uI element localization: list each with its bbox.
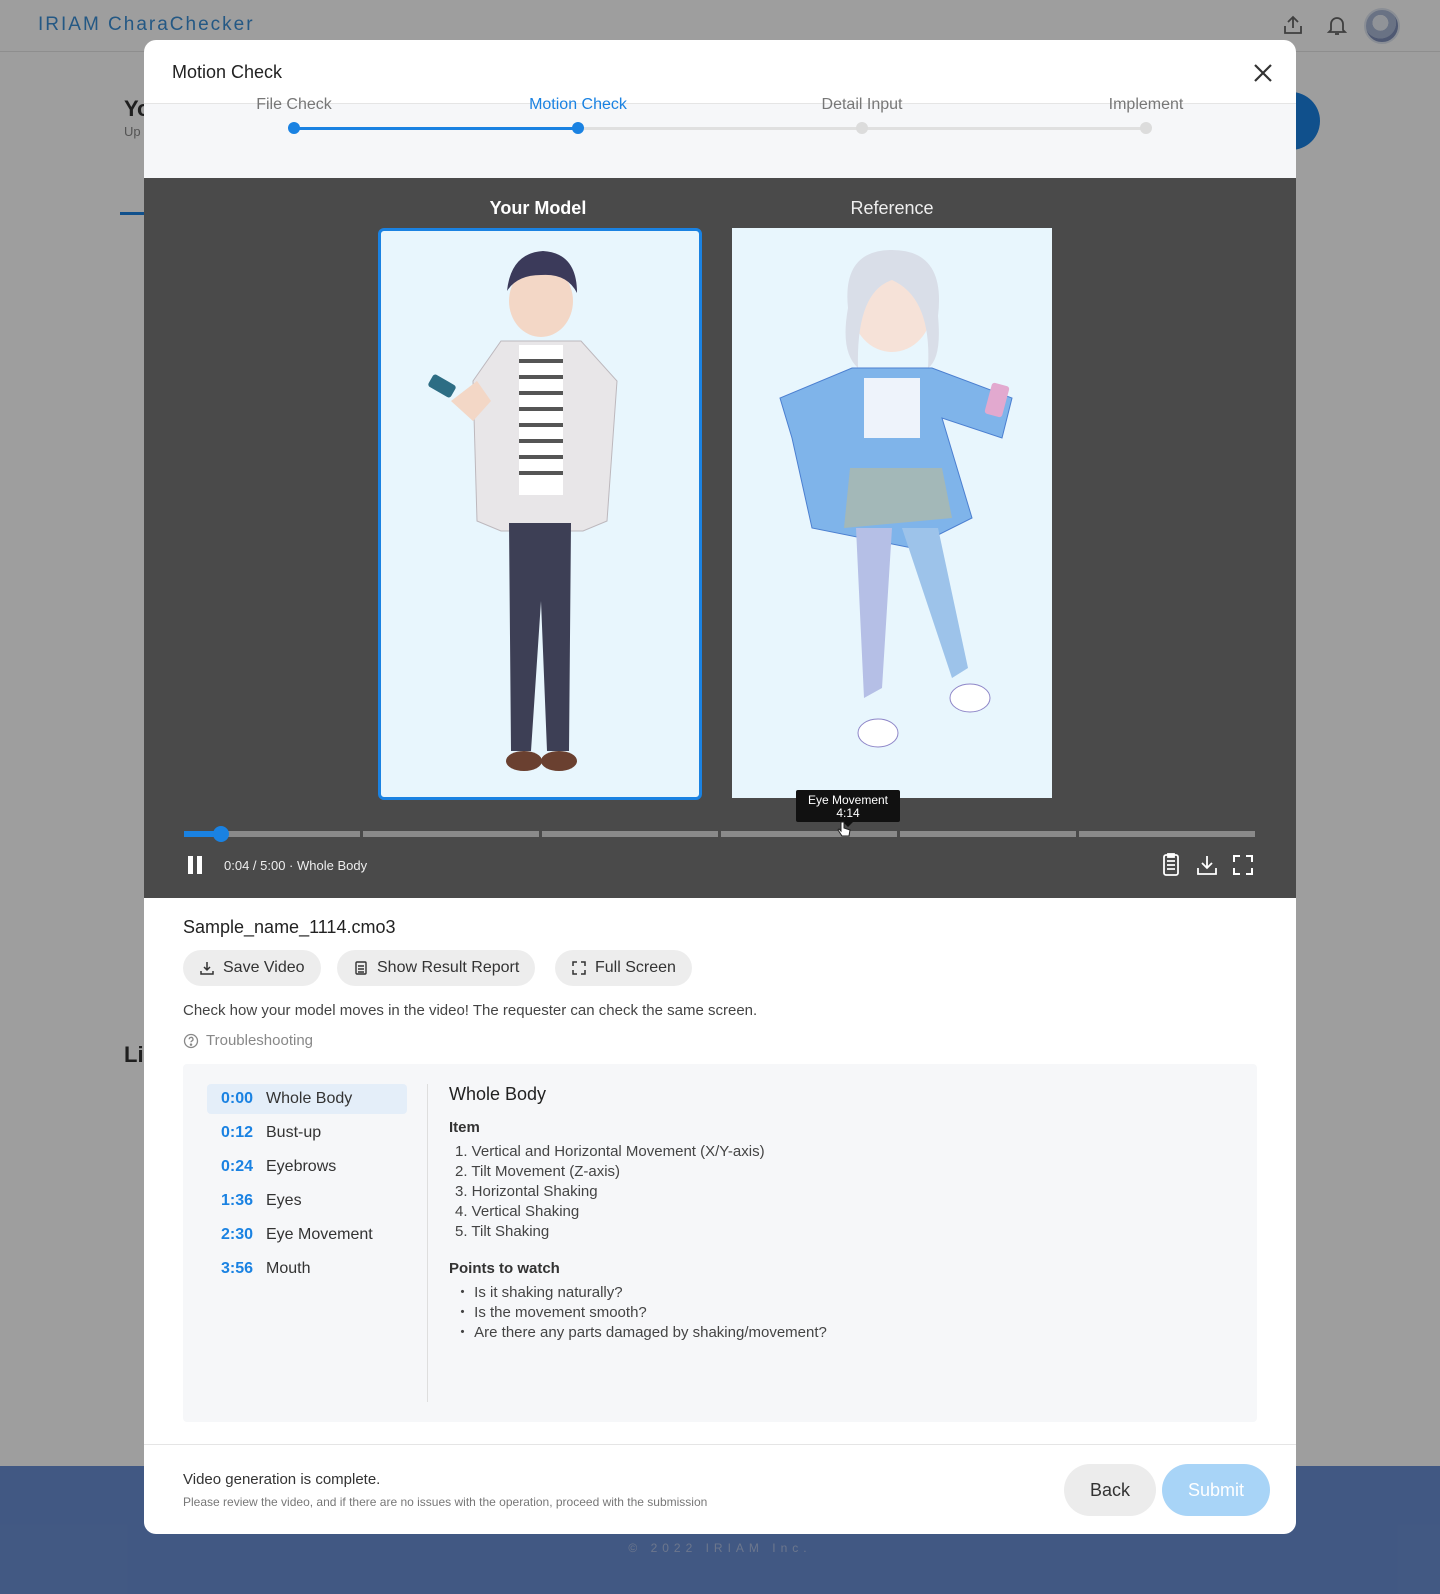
close-icon[interactable] — [1248, 58, 1278, 88]
list-item: 5. Tilt Shaking — [455, 1223, 550, 1240]
step-label-detail-input: Detail Input — [821, 96, 903, 113]
troubleshooting-link[interactable]: Troubleshooting — [183, 1032, 313, 1049]
points-heading: Points to watch — [449, 1260, 560, 1277]
chapter-item-mouth[interactable]: 3:56 Mouth — [207, 1254, 407, 1284]
chapter-item-eyes[interactable]: 1:36 Eyes — [207, 1186, 407, 1216]
show-result-report-label: Show Result Report — [377, 959, 520, 976]
fullscreen-icon — [572, 961, 586, 975]
list-item: ・ Are there any parts damaged by shaking… — [455, 1324, 827, 1341]
chapter-name: Whole Body — [266, 1090, 353, 1107]
submit-button[interactable]: Submit — [1162, 1464, 1270, 1516]
chapter-list: 0:00 Whole Body 0:12 Bust-up 0:24 Eyebro… — [207, 1084, 407, 1288]
check-description: Check how your model moves in the video!… — [183, 1002, 758, 1019]
save-video-button[interactable]: Save Video — [183, 950, 321, 986]
report-icon[interactable] — [1158, 852, 1184, 878]
download-icon — [200, 962, 214, 975]
timeline-segment[interactable] — [721, 831, 897, 837]
report-icon — [355, 961, 367, 975]
motion-check-modal: Motion Check File Check Motion Check Det… — [144, 40, 1296, 1534]
step-dot-file-check — [288, 122, 300, 134]
chapter-detail: Whole Body Item 1. Vertical and Horizont… — [449, 1084, 1229, 1361]
list-item: 3. Horizontal Shaking — [455, 1183, 598, 1200]
modal-footer: Video generation is complete. Please rev… — [144, 1444, 1296, 1534]
list-item: 2. Tilt Movement (Z-axis) — [455, 1163, 621, 1180]
pointer-hand-icon — [837, 821, 851, 837]
chapter-item-bust-up[interactable]: 0:12 Bust-up — [207, 1118, 407, 1148]
chapter-name: Bust-up — [266, 1124, 322, 1141]
chapter-time: 0:24 — [221, 1158, 254, 1175]
list-item: ・ Is it shaking naturally? — [455, 1284, 623, 1301]
chapter-guide: 0:00 Whole Body 0:12 Bust-up 0:24 Eyebro… — [183, 1064, 1257, 1422]
timeline-tooltip: Eye Movement 4:14 — [796, 790, 900, 822]
timeline-segment[interactable] — [542, 831, 718, 837]
chapter-time: 0:12 — [221, 1124, 254, 1141]
step-dot-motion-check — [572, 122, 584, 134]
modal-header: Motion Check — [144, 40, 1296, 104]
your-model-label: Your Model — [489, 198, 587, 218]
chapter-name: Mouth — [266, 1260, 311, 1277]
tooltip-time: 4:14 — [836, 806, 860, 820]
timeline-segment[interactable] — [900, 831, 1076, 837]
chapter-name: Eyes — [266, 1192, 302, 1209]
chapter-name: Eye Movement — [266, 1226, 373, 1243]
modal-title: Motion Check — [172, 62, 283, 82]
reference-label: Reference — [850, 198, 934, 218]
full-screen-label: Full Screen — [595, 959, 676, 976]
male-character-illustration — [428, 251, 618, 771]
back-button[interactable]: Back — [1064, 1464, 1156, 1516]
points-list: ・ Is it shaking naturally? ・ Is the move… — [449, 1283, 1229, 1343]
show-result-report-button[interactable]: Show Result Report — [337, 950, 536, 986]
help-icon — [183, 1033, 199, 1048]
download-icon[interactable] — [1194, 852, 1220, 878]
stepper-progress — [294, 127, 578, 130]
step-dot-detail-input — [856, 122, 868, 134]
list-item: 1. Vertical and Horizontal Movement (X/Y… — [455, 1143, 765, 1160]
detail-title: Whole Body — [449, 1084, 547, 1104]
pause-icon[interactable] — [186, 854, 206, 876]
time-readout: 0:04 / 5:00 · Whole Body — [224, 858, 368, 873]
chapter-time: 0:00 — [221, 1090, 254, 1107]
items-list: 1. Vertical and Horizontal Movement (X/Y… — [449, 1142, 1229, 1242]
troubleshooting-label: Troubleshooting — [206, 1032, 314, 1049]
timeline-scrubber[interactable] — [213, 826, 229, 842]
list-item: 4. Vertical Shaking — [455, 1203, 580, 1220]
step-label-motion-check: Motion Check — [529, 96, 627, 113]
save-video-label: Save Video — [223, 959, 305, 976]
your-model-panel[interactable] — [378, 228, 702, 800]
file-name: Sample_name_1114.cmo3 — [183, 917, 396, 937]
timeline-segment[interactable] — [1079, 831, 1255, 837]
full-screen-button[interactable]: Full Screen — [555, 950, 692, 986]
step-dot-implement — [1140, 122, 1152, 134]
chapter-time: 1:36 — [221, 1192, 254, 1209]
video-player[interactable]: Your Model Reference Eye Movement 4:14 0… — [144, 178, 1296, 898]
step-label-file-check: File Check — [256, 96, 332, 113]
chapter-item-whole-body[interactable]: 0:00 Whole Body — [207, 1084, 407, 1114]
chapter-item-eye-movement[interactable]: 2:30 Eye Movement — [207, 1220, 407, 1250]
guide-divider — [427, 1084, 428, 1402]
step-label-implement: Implement — [1108, 96, 1184, 113]
fullscreen-icon[interactable] — [1230, 852, 1256, 878]
chapter-name: Eyebrows — [266, 1158, 337, 1175]
list-item: ・ Is the movement smooth? — [455, 1304, 647, 1321]
status-hint: Please review the video, and if there ar… — [183, 1495, 708, 1509]
items-heading: Item — [449, 1119, 480, 1136]
status-text: Video generation is complete. — [183, 1471, 381, 1488]
reference-panel[interactable] — [732, 228, 1052, 798]
female-character-illustration — [779, 250, 1013, 748]
chapter-time: 2:30 — [221, 1226, 254, 1243]
chapter-time: 3:56 — [221, 1260, 254, 1277]
timeline-segment[interactable] — [363, 831, 539, 837]
chapter-item-eyebrows[interactable]: 0:24 Eyebrows — [207, 1152, 407, 1182]
